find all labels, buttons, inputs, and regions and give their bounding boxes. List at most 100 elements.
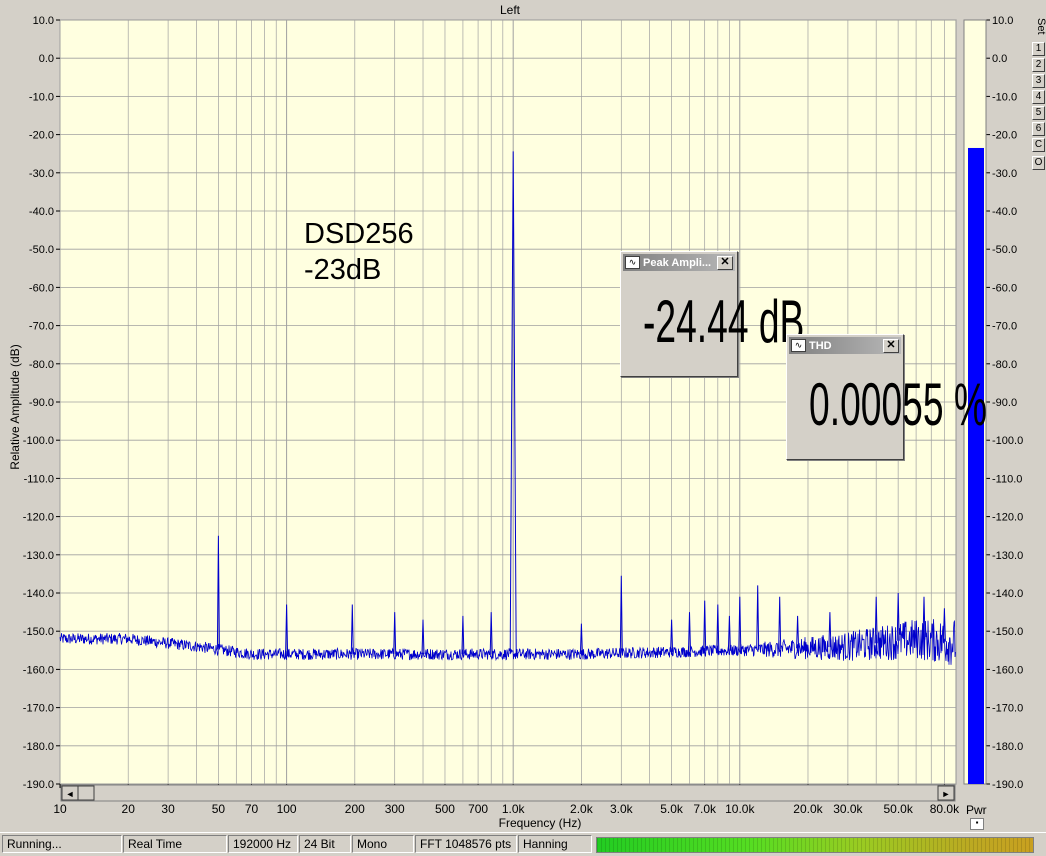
y-tick-label: -120.0 [23, 512, 54, 524]
x-tick-label: 100 [277, 802, 297, 816]
peak-meter-titlebar[interactable]: ∿ Peak Ampli... ✕ [623, 254, 735, 271]
pwr-label: Pwr [966, 803, 987, 817]
set-button-4[interactable]: 4 [1032, 90, 1045, 104]
y-tick-label: -20.0 [29, 130, 54, 142]
y-tick-label-right: -30.0 [992, 168, 1017, 180]
x-tick-label: 80.0k [930, 802, 960, 816]
y-tick-label: -50.0 [29, 244, 54, 256]
waveform-icon: ∿ [791, 339, 806, 352]
y-tick-label-right: 0.0 [992, 53, 1007, 65]
thd-meter-value: 0.00055 % [809, 371, 987, 438]
y-tick-label-right: -190.0 [992, 779, 1023, 791]
status-bar: Running... Real Time 192000 Hz 24 Bit Mo… [0, 832, 1046, 856]
status-bit-depth: 24 Bit [299, 835, 351, 853]
x-tick-label: 30 [161, 802, 175, 816]
y-tick-label-right: -160.0 [992, 664, 1023, 676]
set-button-3[interactable]: 3 [1032, 74, 1045, 88]
y-tick-label-right: -50.0 [992, 244, 1017, 256]
waveform-icon: ∿ [625, 256, 640, 269]
y-tick-label: -150.0 [23, 626, 54, 638]
x-tick-label: 50.0k [883, 802, 913, 816]
x-tick-label: 300 [385, 802, 405, 816]
x-tick-label: 7.0k [693, 802, 717, 816]
peak-meter-value: -24.44 dB [643, 288, 805, 355]
y-tick-label: -130.0 [23, 550, 54, 562]
x-tick-label: 2.0k [570, 802, 594, 816]
y-tick-label: -190.0 [23, 779, 54, 791]
x-tick-label: 10 [53, 802, 67, 816]
thd-meter-title: THD [809, 339, 832, 352]
annotation-line-2: -23dB [304, 254, 382, 286]
y-tick-label: -60.0 [29, 282, 54, 294]
y-tick-label: -90.0 [29, 397, 54, 409]
y-tick-label: -160.0 [23, 664, 54, 676]
x-tick-label: 500 [435, 802, 455, 816]
y-tick-label-right: -10.0 [992, 91, 1017, 103]
x-tick-label: 50 [212, 802, 226, 816]
y-tick-label: 0.0 [39, 53, 54, 65]
y-tick-label-right: -120.0 [992, 512, 1023, 524]
y-axis-label: Relative Amplitude (dB) [8, 344, 22, 470]
close-icon[interactable]: ✕ [717, 255, 733, 270]
x-tick-label: 70 [245, 802, 259, 816]
x-tick-label: 1.0k [502, 802, 526, 816]
scroll-left-icon: ◄ [66, 789, 75, 799]
y-tick-label: -30.0 [29, 168, 54, 180]
y-tick-label: 10.0 [33, 15, 54, 27]
y-tick-label-right: -100.0 [992, 435, 1023, 447]
thd-meter-titlebar[interactable]: ∿ THD ✕ [789, 337, 901, 354]
y-tick-label-right: -180.0 [992, 741, 1023, 753]
status-mode: Real Time [123, 835, 227, 853]
x-tick-label: 200 [345, 802, 365, 816]
thd-meter[interactable]: ∿ THD ✕ 0.00055 % [786, 334, 987, 460]
annotation-line-1: DSD256 [304, 218, 414, 250]
x-tick-label: 20.0k [793, 802, 823, 816]
x-tick-label: 5.0k [660, 802, 684, 816]
y-tick-label: -10.0 [29, 91, 54, 103]
status-window: Hanning [518, 835, 592, 853]
y-tick-label-right: -80.0 [992, 359, 1017, 371]
scroll-thumb [77, 785, 95, 801]
y-tick-label-right: 10.0 [992, 15, 1013, 27]
status-state: Running... [2, 835, 122, 853]
y-tick-label-right: -70.0 [992, 321, 1017, 333]
set-button-6[interactable]: 6 [1032, 122, 1045, 136]
y-tick-label: -110.0 [24, 473, 54, 485]
close-icon[interactable]: ✕ [883, 338, 899, 353]
y-tick-label: -100.0 [23, 435, 54, 447]
y-tick-label-right: -170.0 [992, 703, 1023, 715]
y-tick-label: -180.0 [23, 741, 54, 753]
y-tick-label-right: -20.0 [992, 130, 1017, 142]
pwr-meter-fill [968, 147, 984, 785]
x-tick-label: 20 [122, 802, 136, 816]
y-tick-label: -140.0 [23, 588, 54, 600]
y-tick-label: -170.0 [23, 703, 54, 715]
scroll-right-icon: ► [942, 789, 951, 799]
set-label: Set [1035, 18, 1046, 35]
y-tick-label: -80.0 [29, 359, 54, 371]
x-axis-label: Frequency (Hz) [498, 816, 582, 830]
peak-meter-title: Peak Ampli... [643, 256, 712, 269]
y-tick-label-right: -150.0 [992, 626, 1023, 638]
annotation-text: DSD256 -23dB [304, 216, 414, 288]
set-button-o[interactable]: O [1032, 156, 1045, 170]
y-tick-label-right: -60.0 [992, 282, 1017, 294]
x-tick-label: 30.0k [833, 802, 863, 816]
set-button-5[interactable]: 5 [1032, 106, 1045, 120]
set-buttons: 1 2 3 4 5 6 CO [1032, 42, 1046, 172]
y-tick-label-right: -110.0 [992, 473, 1022, 485]
y-tick-label-right: -130.0 [992, 550, 1023, 562]
peak-amplitude-meter[interactable]: ∿ Peak Ampli... ✕ -24.44 dB [620, 251, 805, 377]
x-scrollbar [60, 784, 956, 802]
set-button-c[interactable]: C [1032, 138, 1045, 152]
pwr-small-button[interactable]: ▪ [970, 818, 984, 830]
set-button-1[interactable]: 1 [1032, 42, 1045, 56]
status-sample-rate: 192000 Hz [228, 835, 298, 853]
y-tick-label-right: -140.0 [992, 588, 1023, 600]
status-channels: Mono [352, 835, 414, 853]
status-fft: FFT 1048576 pts [415, 835, 517, 853]
y-tick-label-right: -90.0 [992, 397, 1017, 409]
input-level-meter [596, 837, 1034, 853]
y-tick-label-right: -40.0 [992, 206, 1017, 218]
set-button-2[interactable]: 2 [1032, 58, 1045, 72]
